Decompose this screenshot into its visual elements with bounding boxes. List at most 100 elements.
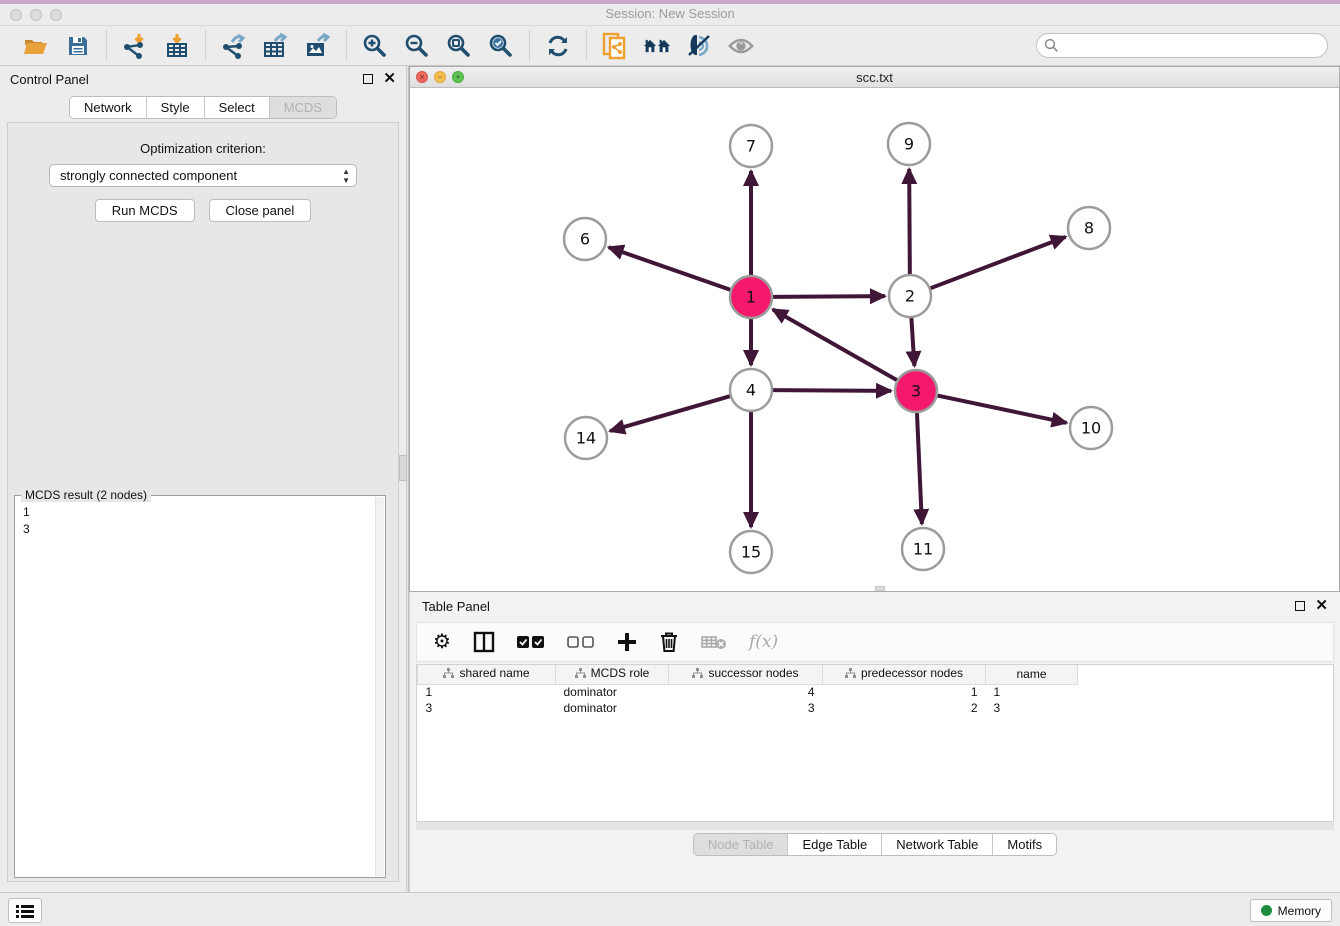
function-builder-icon: f(x) <box>749 629 778 655</box>
copy-network-icon[interactable] <box>601 32 629 60</box>
export-image-icon[interactable] <box>304 32 332 60</box>
column-header-shared-name[interactable]: shared name <box>418 665 556 684</box>
network-window-titlebar[interactable]: × − + scc.txt <box>410 67 1339 88</box>
table-tab-motifs[interactable]: Motifs <box>993 834 1056 855</box>
open-file-icon[interactable] <box>22 32 50 60</box>
column-header-successor-nodes[interactable]: successor nodes <box>669 665 823 684</box>
graph-edge-4-3[interactable] <box>773 390 891 391</box>
zoom-fit-icon[interactable] <box>445 32 473 60</box>
hierarchy-icon <box>845 668 856 682</box>
table-tab-network-table[interactable]: Network Table <box>882 834 993 855</box>
graph-node-4[interactable]: 4 <box>730 369 772 411</box>
main-toolbar <box>0 26 1340 66</box>
svg-text:9: 9 <box>904 135 914 154</box>
svg-text:8: 8 <box>1084 219 1094 238</box>
graph-edge-1-6[interactable] <box>609 247 731 289</box>
add-column-icon[interactable] <box>617 629 637 655</box>
column-header-name[interactable]: name <box>986 665 1078 684</box>
svg-text:1: 1 <box>746 288 756 307</box>
tab-network[interactable]: Network <box>70 97 147 118</box>
zoom-selected-icon[interactable] <box>487 32 515 60</box>
memory-button[interactable]: Memory <box>1250 899 1332 922</box>
table-tab-edge-table[interactable]: Edge Table <box>788 834 882 855</box>
graph-node-14[interactable]: 14 <box>565 417 607 459</box>
status-bar: Memory <box>0 892 1340 926</box>
graph-node-9[interactable]: 9 <box>888 123 930 165</box>
svg-text:10: 10 <box>1081 419 1101 438</box>
home-icon[interactable] <box>643 32 671 60</box>
select-all-checkboxes-icon[interactable] <box>517 629 545 655</box>
graphics-details-icon[interactable] <box>685 32 713 60</box>
graph-node-15[interactable]: 15 <box>730 531 772 573</box>
graph-edge-2-3[interactable] <box>911 318 914 366</box>
panel-divider-handle[interactable] <box>399 455 407 481</box>
task-history-button[interactable] <box>8 898 42 923</box>
delete-table-icon <box>701 629 727 655</box>
table-tab-node-table[interactable]: Node Table <box>694 834 789 855</box>
zoom-in-icon[interactable] <box>361 32 389 60</box>
graph-edge-2-8[interactable] <box>931 237 1066 288</box>
graph-edge-4-14[interactable] <box>610 396 730 431</box>
close-panel-icon[interactable]: ✕ <box>383 74 396 84</box>
network-canvas[interactable]: 7 9 6 8 1 2 4 3 14 10 15 11 <box>410 88 1339 591</box>
graph-node-11[interactable]: 11 <box>902 528 944 570</box>
graph-edge-3-10[interactable] <box>938 396 1067 423</box>
criterion-dropdown[interactable]: strongly connected component ▲▼ <box>49 164 357 187</box>
graph-node-2[interactable]: 2 <box>889 275 931 317</box>
export-network-icon[interactable] <box>220 32 248 60</box>
close-panel-button[interactable]: Close panel <box>209 199 312 222</box>
graph-node-1[interactable]: 1 <box>730 276 772 318</box>
import-table-icon[interactable] <box>163 32 191 60</box>
column-header-MCDS-role[interactable]: MCDS role <box>556 665 669 684</box>
graph-node-8[interactable]: 8 <box>1068 207 1110 249</box>
control-panel-title: Control Panel <box>10 72 363 87</box>
export-table-icon[interactable] <box>262 32 290 60</box>
table-panel-title: Table Panel <box>422 599 1295 614</box>
mcds-panel: Optimization criterion: strongly connect… <box>7 122 399 882</box>
settings-gear-icon[interactable]: ⚙ <box>433 629 451 655</box>
tab-style[interactable]: Style <box>147 97 205 118</box>
app-titlebar: Session: New Session <box>0 0 1340 26</box>
graph-edge-2-9[interactable] <box>909 169 910 274</box>
tab-mcds[interactable]: MCDS <box>270 97 336 118</box>
delete-column-icon[interactable] <box>659 629 679 655</box>
graph-edge-3-11[interactable] <box>917 413 922 524</box>
graph-edge-1-2[interactable] <box>773 296 885 297</box>
mcds-result-item: 1 <box>23 504 383 521</box>
window-title: Session: New Session <box>0 6 1340 21</box>
split-columns-icon[interactable] <box>473 629 495 655</box>
control-panel: Control Panel ✕ NetworkStyleSelectMCDS O… <box>0 66 406 892</box>
import-network-icon[interactable] <box>121 32 149 60</box>
graph-node-10[interactable]: 10 <box>1070 407 1112 449</box>
eye-icon[interactable] <box>727 32 755 60</box>
table-hscrollbar[interactable] <box>416 822 1334 830</box>
horizontal-splitter-handle[interactable] <box>875 586 885 591</box>
save-session-icon[interactable] <box>64 32 92 60</box>
svg-text:6: 6 <box>580 230 590 249</box>
svg-text:7: 7 <box>746 137 756 156</box>
deselect-all-checkboxes-icon[interactable] <box>567 629 595 655</box>
apply-layout-icon[interactable] <box>544 32 572 60</box>
node-table[interactable]: shared nameMCDS rolesuccessor nodesprede… <box>416 664 1334 822</box>
float-panel-icon[interactable] <box>363 74 373 84</box>
result-scrollbar[interactable] <box>375 497 384 876</box>
zoom-out-icon[interactable] <box>403 32 431 60</box>
graph-edge-3-1[interactable] <box>773 309 897 380</box>
hierarchy-icon <box>692 668 703 682</box>
table-row[interactable]: 1dominator411 <box>418 684 1078 700</box>
svg-text:4: 4 <box>746 381 756 400</box>
column-header-predecessor-nodes[interactable]: predecessor nodes <box>823 665 986 684</box>
tab-select[interactable]: Select <box>205 97 270 118</box>
table-row[interactable]: 3dominator323 <box>418 700 1078 716</box>
network-window-title: scc.txt <box>410 70 1339 85</box>
graph-node-6[interactable]: 6 <box>564 218 606 260</box>
run-mcds-button[interactable]: Run MCDS <box>95 199 195 222</box>
graph-node-7[interactable]: 7 <box>730 125 772 167</box>
float-table-panel-icon[interactable] <box>1295 601 1305 611</box>
mcds-result-list: 13 <box>15 496 385 538</box>
table-toolbar: ⚙ f(x) <box>416 622 1334 662</box>
table-panel: Table Panel ✕ ⚙ f(x) shared nameMCDS <box>409 592 1340 892</box>
close-table-panel-icon[interactable]: ✕ <box>1315 601 1328 611</box>
graph-node-3[interactable]: 3 <box>895 370 937 412</box>
search-input[interactable] <box>1036 33 1328 58</box>
